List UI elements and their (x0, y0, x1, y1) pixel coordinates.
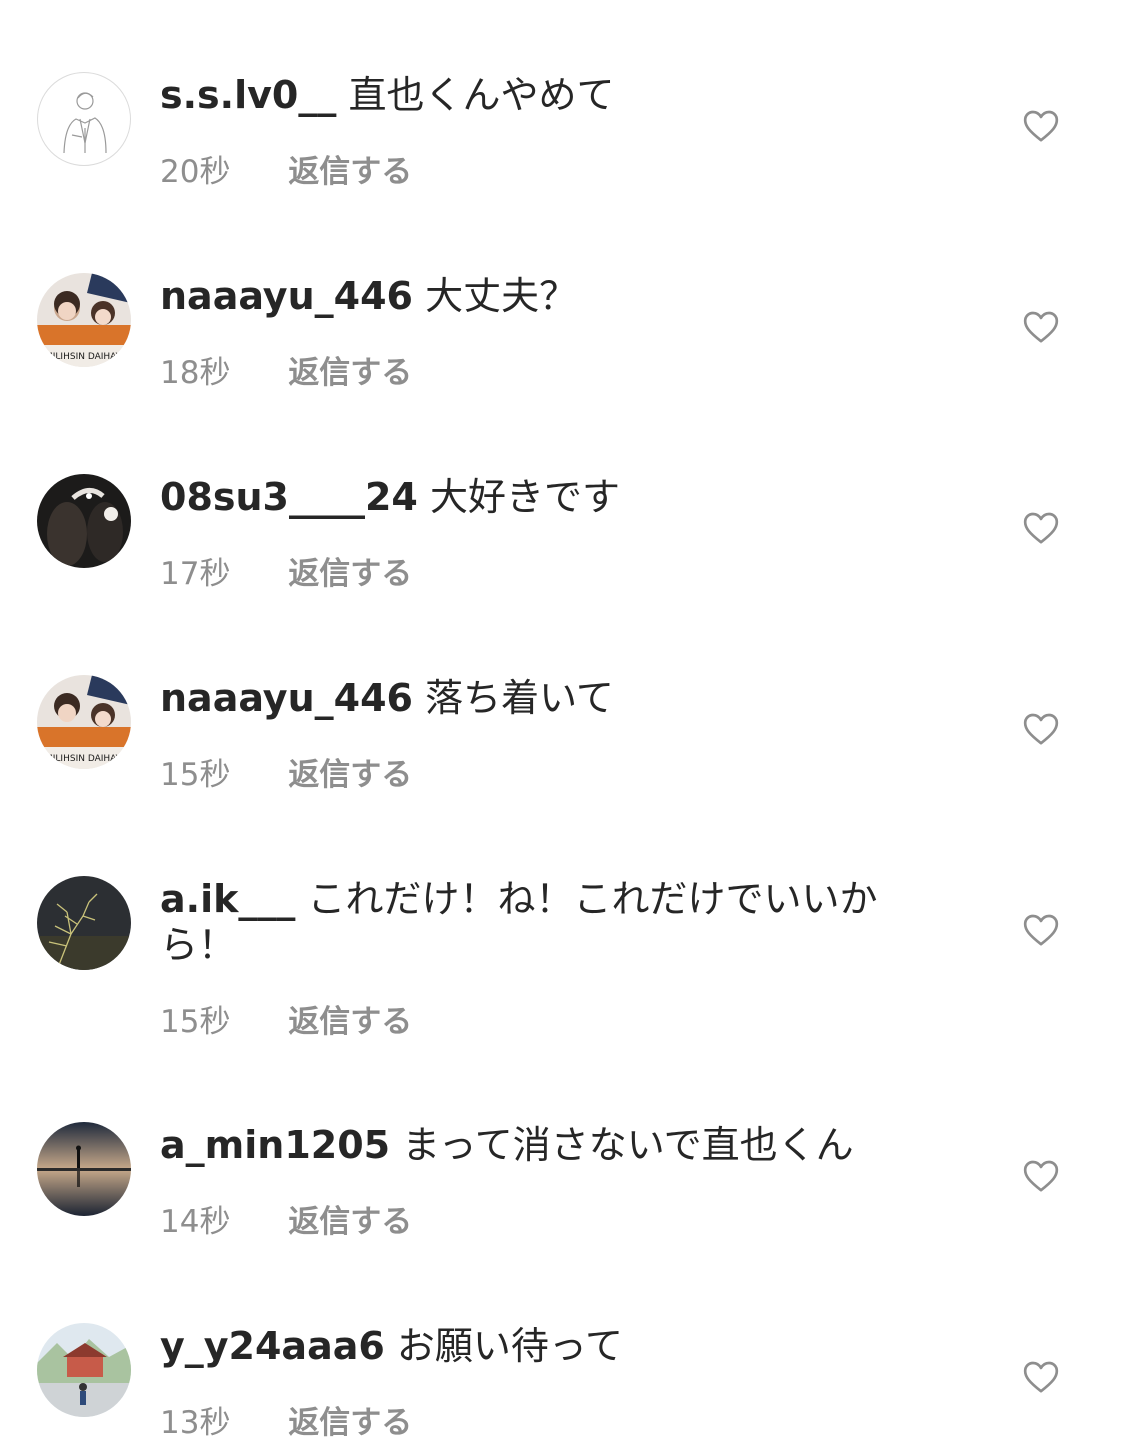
comment-username[interactable]: s.s.lv0__ (160, 73, 336, 117)
reply-button[interactable]: 返信する (288, 1397, 412, 1442)
avatar[interactable] (37, 72, 131, 166)
reply-button[interactable]: 返信する (288, 996, 412, 1041)
heart-icon[interactable] (1021, 1357, 1061, 1397)
reply-button[interactable]: 返信する (288, 749, 412, 794)
comment-meta: 17秒 返信する (160, 548, 412, 593)
comment-body: 落ち着いて (425, 676, 614, 720)
reply-button[interactable]: 返信する (288, 1196, 412, 1241)
avatar[interactable]: MILIHSIN DAIHAYA (37, 273, 131, 367)
heart-icon[interactable] (1021, 508, 1061, 548)
comment-username[interactable]: a.ik___ (160, 877, 295, 921)
comment-body: 直也くんやめて (348, 73, 615, 117)
avatar[interactable] (37, 876, 131, 970)
comment-meta: 14秒 返信する (160, 1196, 412, 1241)
comment-text: a.ik___ これだけ！ね！これだけでいいから！ (160, 876, 900, 968)
avatar[interactable]: MILIHSIN DAIHAYA (37, 675, 131, 769)
avatar[interactable] (37, 1122, 131, 1216)
reply-button[interactable]: 返信する (288, 146, 412, 191)
reply-button[interactable]: 返信する (288, 347, 412, 392)
comment-time: 20秒 (160, 154, 231, 190)
comment-meta: 15秒 返信する (160, 996, 412, 1041)
heart-icon[interactable] (1021, 106, 1061, 146)
avatar[interactable] (37, 474, 131, 568)
comment-username[interactable]: 08su3____24 (160, 475, 418, 519)
comment-username[interactable]: y_y24aaa6 (160, 1324, 385, 1368)
comment-body: 大好きです (429, 475, 620, 519)
comment-text: naaayu_446 落ち着いて (160, 675, 900, 721)
comment-time: 14秒 (160, 1204, 231, 1240)
heart-icon[interactable] (1021, 910, 1061, 950)
comment-username[interactable]: a_min1205 (160, 1123, 390, 1167)
comment-text: naaayu_446 大丈夫？ (160, 273, 900, 319)
comment-meta: 20秒 返信する (160, 146, 412, 191)
comment-username[interactable]: naaayu_446 (160, 274, 413, 318)
comment-time: 18秒 (160, 355, 231, 391)
heart-icon[interactable] (1021, 709, 1061, 749)
heart-icon[interactable] (1021, 307, 1061, 347)
comment-username[interactable]: naaayu_446 (160, 676, 413, 720)
comment-time: 15秒 (160, 757, 231, 793)
comment-time: 15秒 (160, 1004, 231, 1040)
comment-body: お願い待って (396, 1324, 623, 1368)
comment-meta: 15秒 返信する (160, 749, 412, 794)
svg-text:MILIHSIN DAIHAYA: MILIHSIN DAIHAYA (45, 352, 127, 362)
comment-meta: 13秒 返信する (160, 1397, 412, 1442)
comment-body: 大丈夫？ (425, 274, 578, 318)
heart-icon[interactable] (1021, 1156, 1061, 1196)
avatar[interactable] (37, 1323, 131, 1417)
comment-text: 08su3____24 大好きです (160, 474, 900, 520)
comment-time: 17秒 (160, 556, 231, 592)
comment-text: a_min1205 まって消さないで直也くん (160, 1122, 900, 1168)
comment-body: まって消さないで直也くん (402, 1123, 854, 1167)
reply-button[interactable]: 返信する (288, 548, 412, 593)
comment-text: y_y24aaa6 お願い待って (160, 1323, 900, 1369)
comment-meta: 18秒 返信する (160, 347, 412, 392)
svg-text:MILIHSIN DAIHAYA: MILIHSIN DAIHAYA (45, 754, 127, 764)
comment-time: 13秒 (160, 1405, 231, 1441)
comment-text: s.s.lv0__ 直也くんやめて (160, 72, 900, 118)
